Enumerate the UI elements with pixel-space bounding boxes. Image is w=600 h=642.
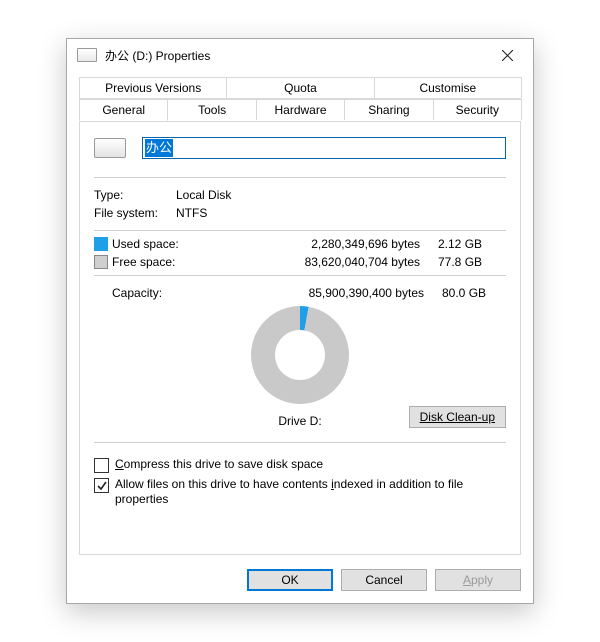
general-pane: 办公 Type: Local Disk File system: NTFS Us… — [79, 121, 521, 555]
used-space-bytes: 2,280,349,696 bytes — [204, 237, 438, 251]
drive-large-icon — [94, 138, 126, 158]
drive-name-input[interactable]: 办公 — [142, 137, 506, 159]
filesystem-value: NTFS — [176, 206, 506, 220]
cancel-button[interactable]: Cancel — [341, 569, 427, 591]
close-icon — [502, 50, 513, 61]
checkbox-icon — [94, 478, 109, 493]
tab-hardware[interactable]: Hardware — [256, 99, 345, 120]
pie-chart-icon — [251, 306, 349, 404]
tab-customise[interactable]: Customise — [374, 77, 522, 98]
free-space-hr: 77.8 GB — [438, 255, 502, 269]
used-space-hr: 2.12 GB — [438, 237, 502, 251]
used-color-swatch — [94, 237, 108, 251]
used-space-label: Used space: — [112, 237, 204, 251]
capacity-bytes: 85,900,390,400 bytes — [222, 286, 442, 300]
tab-general[interactable]: General — [79, 99, 168, 121]
type-value: Local Disk — [176, 188, 506, 202]
tab-security[interactable]: Security — [433, 99, 522, 120]
free-color-swatch — [94, 255, 108, 269]
separator — [94, 275, 506, 276]
separator — [94, 177, 506, 178]
tab-sharing[interactable]: Sharing — [344, 99, 433, 120]
drive-letter-label: Drive D: — [278, 414, 321, 428]
type-label: Type: — [94, 188, 176, 202]
free-space-bytes: 83,620,040,704 bytes — [204, 255, 438, 269]
dialog-footer: OK Cancel Apply — [247, 569, 521, 591]
client-area: Previous Versions Quota Customise Genera… — [79, 77, 521, 555]
separator — [94, 230, 506, 231]
drive-icon — [77, 48, 97, 62]
tab-strip: Previous Versions Quota Customise Genera… — [79, 77, 521, 121]
disk-cleanup-button[interactable]: Disk Clean-up — [409, 406, 506, 428]
tab-tools[interactable]: Tools — [167, 99, 256, 120]
tab-quota[interactable]: Quota — [226, 77, 374, 98]
checkbox-icon — [94, 458, 109, 473]
index-label: Allow files on this drive to have conten… — [115, 477, 475, 507]
compress-checkbox[interactable]: Compress this drive to save disk space — [94, 457, 506, 473]
drive-name-value: 办公 — [145, 139, 173, 157]
ok-button[interactable]: OK — [247, 569, 333, 591]
capacity-hr: 80.0 GB — [442, 286, 506, 300]
title-bar[interactable]: 办公 (D:) Properties — [67, 39, 533, 71]
close-button[interactable] — [487, 41, 527, 69]
compress-label: Compress this drive to save disk space — [115, 457, 323, 472]
filesystem-label: File system: — [94, 206, 176, 220]
free-space-label: Free space: — [112, 255, 204, 269]
separator — [94, 442, 506, 443]
window-title: 办公 (D:) Properties — [105, 47, 487, 64]
apply-button[interactable]: Apply — [435, 569, 521, 591]
capacity-label: Capacity: — [112, 286, 222, 300]
index-checkbox[interactable]: Allow files on this drive to have conten… — [94, 477, 506, 507]
properties-dialog: 办公 (D:) Properties Previous Versions Quo… — [66, 38, 534, 604]
tab-previous-versions[interactable]: Previous Versions — [79, 77, 227, 98]
